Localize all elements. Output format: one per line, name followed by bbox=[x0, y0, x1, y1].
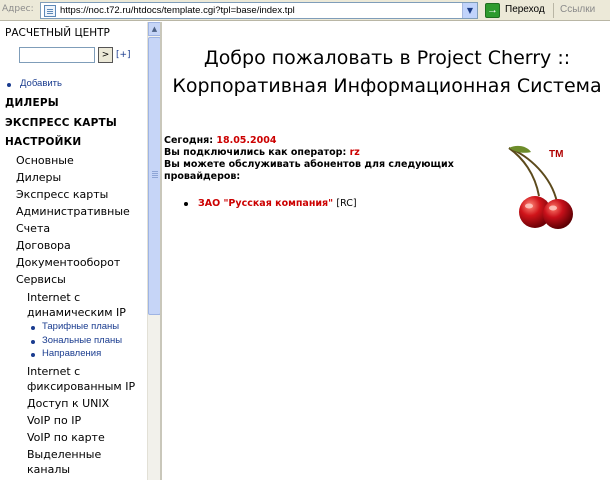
operator-name: rz bbox=[349, 147, 360, 158]
left-frame: РАСЧЕТНЫЙ ЦЕНТР > [+] Добавить ДИЛЕРЫ ЭК… bbox=[0, 22, 162, 480]
go-arrow-icon: → bbox=[485, 3, 500, 18]
sidebar-title: РАСЧЕТНЫЙ ЦЕНТР bbox=[5, 27, 110, 39]
settings-item-contracts[interactable]: Договора bbox=[16, 239, 71, 252]
trademark-label: TM bbox=[549, 149, 564, 160]
provider-tag: [RC] bbox=[336, 198, 357, 209]
cherry-logo-icon bbox=[508, 145, 573, 229]
service-voip-card[interactable]: VoIP по карте bbox=[27, 430, 105, 445]
settings-item-administrative[interactable]: Административные bbox=[16, 205, 130, 218]
bullet-icon bbox=[31, 340, 35, 344]
chevron-down-icon[interactable]: ▼ bbox=[462, 3, 477, 18]
sidebar-item-dealers[interactable]: ДИЛЕРЫ bbox=[5, 97, 59, 109]
sidebar-scrollbar[interactable]: ▲ bbox=[147, 22, 160, 480]
settings-item-main[interactable]: Основные bbox=[16, 154, 74, 167]
add-link[interactable]: Добавить bbox=[20, 78, 62, 89]
today-date: 18.05.2004 bbox=[216, 135, 277, 146]
sidebar-item-settings[interactable]: НАСТРОЙКИ bbox=[5, 136, 81, 148]
settings-item-accounts[interactable]: Счета bbox=[16, 222, 50, 235]
bullet-icon bbox=[31, 326, 35, 330]
operator-row: Вы подключились как оператор: rz bbox=[164, 147, 524, 159]
toolbar-divider bbox=[553, 3, 554, 18]
scrollbar-thumb[interactable] bbox=[148, 37, 160, 315]
scroll-up-icon[interactable]: ▲ bbox=[148, 22, 160, 36]
main-frame: Добро пожаловать в Project Cherry :: Кор… bbox=[164, 22, 610, 480]
service-unix-access[interactable]: Доступ к UNIX bbox=[27, 396, 109, 411]
address-input[interactable]: https://noc.t72.ru/htdocs/template.cgi?t… bbox=[40, 2, 478, 19]
page-icon bbox=[44, 5, 56, 17]
go-label: Переход bbox=[505, 4, 545, 15]
grip-icon bbox=[152, 171, 158, 172]
settings-item-services[interactable]: Сервисы bbox=[16, 273, 66, 286]
expand-search-link[interactable]: [+] bbox=[116, 50, 131, 60]
providers-text: Вы можете обслуживать абонентов для след… bbox=[164, 159, 454, 182]
service-fixed-ip[interactable]: Internet с фиксированным IP bbox=[27, 364, 143, 394]
title-line-2: Корпоративная Информационная Система bbox=[172, 75, 602, 97]
address-bar: Адрес: https://noc.t72.ru/htdocs/templat… bbox=[0, 0, 610, 21]
page-title: Добро пожаловать в Project Cherry :: Кор… bbox=[164, 44, 610, 100]
bullet-icon bbox=[31, 353, 35, 357]
address-label: Адрес: bbox=[2, 4, 34, 14]
title-line-1: Добро пожаловать в Project Cherry :: bbox=[203, 47, 571, 69]
service-leaf-zones[interactable]: Зональные планы bbox=[42, 335, 122, 346]
search-input[interactable] bbox=[19, 47, 95, 63]
bullet-icon bbox=[7, 83, 11, 87]
search-button[interactable]: > bbox=[98, 47, 113, 63]
address-url[interactable]: https://noc.t72.ru/htdocs/template.cgi?t… bbox=[60, 5, 295, 16]
go-button[interactable]: → Переход bbox=[483, 2, 551, 19]
links-button[interactable]: Ссылки bbox=[560, 4, 595, 15]
service-leaf-tariffs[interactable]: Тарифные планы bbox=[42, 321, 119, 332]
service-leaf-directions[interactable]: Направления bbox=[42, 348, 101, 359]
provider-link[interactable]: ЗАО "Русская компания" [RC] bbox=[198, 198, 357, 209]
service-dynamic-ip[interactable]: Internet с динамическим IP bbox=[27, 290, 139, 320]
session-info: Сегодня: 18.05.2004 Вы подключились как … bbox=[164, 135, 524, 183]
settings-item-express-cards[interactable]: Экспресс карты bbox=[16, 188, 108, 201]
service-dedicated-channels[interactable]: Выделенные каналы bbox=[27, 447, 127, 477]
operator-label: Вы подключились как оператор: bbox=[164, 147, 347, 158]
today-label: Сегодня: bbox=[164, 135, 214, 146]
settings-item-dealers[interactable]: Дилеры bbox=[16, 171, 61, 184]
bullet-icon bbox=[184, 202, 188, 206]
provider-name[interactable]: ЗАО "Русская компания" bbox=[198, 198, 333, 209]
service-voip-ip[interactable]: VoIP по IP bbox=[27, 413, 81, 428]
sidebar-item-express-cards[interactable]: ЭКСПРЕСС КАРТЫ bbox=[5, 117, 117, 129]
today-row: Сегодня: 18.05.2004 bbox=[164, 135, 524, 147]
settings-item-documents[interactable]: Документооборот bbox=[16, 256, 120, 269]
